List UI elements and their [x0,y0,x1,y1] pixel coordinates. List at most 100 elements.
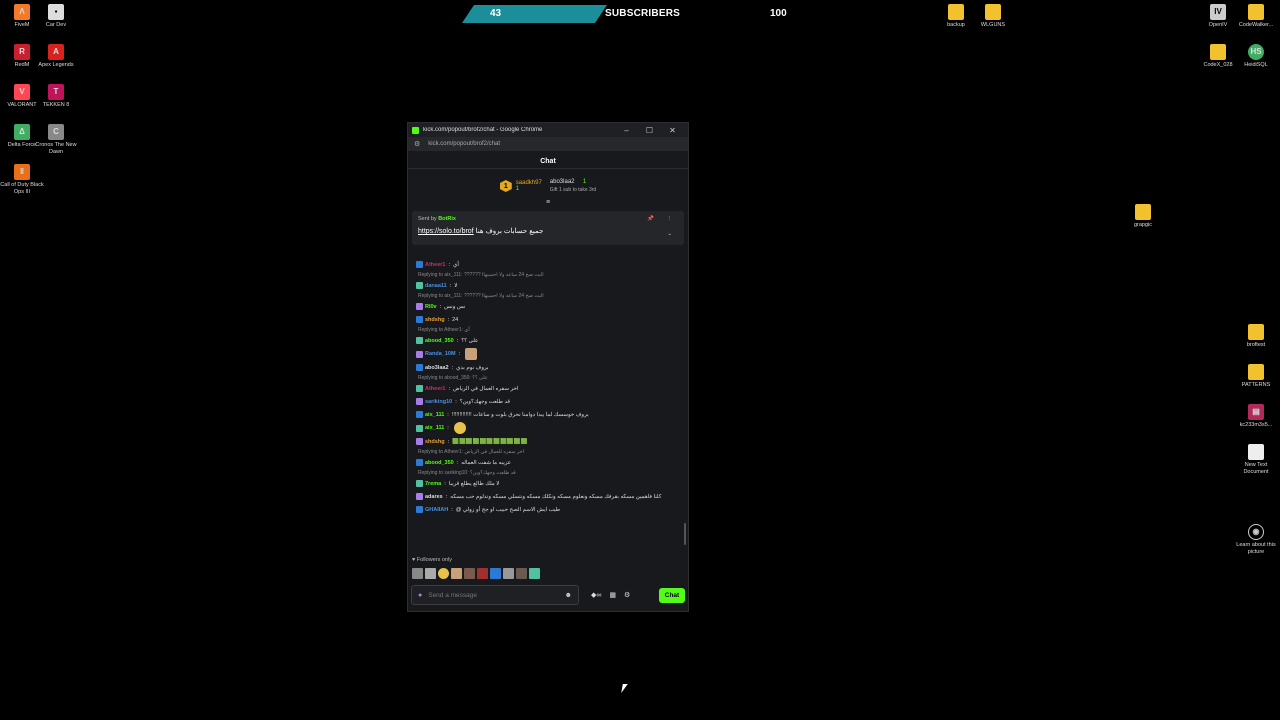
separator: : [447,438,450,445]
desktop-icon-learn-about-picture[interactable]: ◉ Learn about this picture [1234,524,1278,555]
desktop-icon-apex[interactable]: A Apex Legends [34,44,78,69]
more-options-icon[interactable]: ⋮ [667,216,673,222]
chat-username[interactable]: abood_350 [425,460,454,466]
chat-message-text: قد طلعت وجهك؟وين؟ [459,398,511,405]
separator: : [448,261,451,268]
emote-quick-bar [412,568,540,579]
top-gifter-2[interactable]: abo3laa2 1 Gift 1 sub to take 3rd [550,179,596,193]
url-text[interactable]: kick.com/popout/brof2/chat [428,141,500,147]
chat-message: shdshg: 🟩🟩🟩🟩🟩🟩🟩🟩🟩🟩🟩 [416,436,680,447]
archive-icon: ▤ [1248,404,1264,420]
chat-message-text: 24 [452,316,459,323]
chat-header: Chat [408,155,688,169]
chat-username[interactable]: danaa11 [425,283,447,289]
emote[interactable] [529,568,540,579]
reply-context[interactable]: Replying to aix_111: ?????? البت صح 24 س… [418,272,680,280]
chat-message-text: !!!!!!!!!!!!! بروف خوسسك لما يبدا دوامنا… [451,411,589,418]
desktop-icon-patterns[interactable]: PATTERNS [1234,364,1278,389]
chat-message: adares: كلنا فاهمين مسكه بقرفك مسكه ونعلو… [416,491,680,502]
close-button[interactable]: ✕ [661,126,684,135]
message-input[interactable] [428,591,565,599]
chat-username[interactable]: Rl0v [425,304,437,310]
chat-username[interactable]: aix_111 [425,412,444,418]
gear-icon[interactable]: ⚙ [624,591,630,599]
emote[interactable] [503,568,514,579]
desktop-icon-cod[interactable]: ‖ Call of Duty Black Ops III [0,164,44,195]
emoji-icon[interactable]: ☻ [565,592,572,599]
chat-input-box[interactable]: ● ☻ [411,585,579,605]
desktop-icon-archive[interactable]: ▤ kc233m3s5... [1234,404,1278,429]
chat-username[interactable]: shdshg [425,439,445,445]
folder-icon [1248,324,1264,340]
desktop-icon-car-dev[interactable]: ▪ Car Dev [34,4,78,29]
subscriber-label: SUBSCRIBERS [605,8,680,19]
separator: : [456,459,459,466]
pinned-link[interactable]: https://solo.to/brof [418,228,474,235]
emote[interactable] [451,568,462,579]
reply-context[interactable]: Replying to Atheer1: أي [418,327,680,335]
chat-username[interactable]: Atheer1 [425,262,445,268]
chat-username[interactable]: 7rema [425,481,441,487]
emote[interactable] [412,568,423,579]
chat-filter-icon[interactable]: ≡ [408,199,688,209]
desktop-icon-broftest[interactable]: broftest [1234,324,1278,349]
reply-context[interactable]: Replying to aix_111: ?????? البت صح 24 س… [418,293,680,301]
desktop-icon-heidisql[interactable]: HS HeidiSQL [1234,44,1278,69]
emote[interactable] [438,568,449,579]
reply-context[interactable]: Replying to sariking10: قد طلعت وجهك؟وين… [418,470,680,478]
text-document-icon [1248,444,1264,460]
maximize-button[interactable]: ☐ [638,126,661,135]
chat-username[interactable]: Atheer1 [425,386,445,392]
emote[interactable] [516,568,527,579]
chat-message: abood_350: على ؟؟ [416,335,680,346]
reply-context[interactable]: Replying to abood_350: على ؟؟ [418,375,680,383]
chat-username[interactable]: abood_350 [425,338,454,344]
desktop-icon-codewalker[interactable]: CodeWalker... [1234,4,1278,29]
gold-medal-icon: 1 [499,180,512,192]
emote[interactable] [425,568,436,579]
chat-username[interactable]: shdshg [425,317,445,323]
chat-username[interactable]: sariking10 [425,399,452,405]
emote[interactable] [477,568,488,579]
chat-message-text: لا [454,282,458,289]
desktop-icon-cronos[interactable]: C Cronos The New Dawn [34,124,78,155]
store-icon[interactable]: ▦ [609,591,616,599]
chat-username[interactable]: aix_111 [425,425,444,431]
user-badge-icon [416,303,423,310]
subscriber-count: 43 [490,8,502,19]
minimize-button[interactable]: – [615,126,638,135]
chat-message-text: أي [453,261,459,268]
folder-icon [948,4,964,20]
top-gifter-1[interactable]: saadkh97 1 [516,180,542,192]
chat-username[interactable]: GHAIIAH [425,507,448,513]
user-badge-icon [416,337,423,344]
chat-username[interactable]: abo3laa2 [425,365,449,371]
chevron-down-icon[interactable]: ⌄ [667,231,672,237]
chat-scrollbar[interactable] [684,523,686,545]
chat-message-text: نس ونس [444,303,466,310]
separator: : [447,316,450,323]
reply-context[interactable]: Replying to Atheer1: اخر سفره للعمال في … [418,449,680,457]
gift-count: 1 [582,179,587,185]
followers-only-notice: ♥ Followers only [412,557,452,563]
emote[interactable] [490,568,501,579]
chat-username[interactable]: adares [425,494,443,500]
desktop-icon-wlguns[interactable]: WLGUNS [971,4,1015,29]
microphone-icon[interactable]: ● [418,592,422,599]
desktop-icon-tekken[interactable]: T TEKKEN 8 [34,84,78,109]
site-settings-icon[interactable]: ⚙ [414,140,420,148]
emote[interactable] [464,568,475,579]
chat-message: Atheer1: أي [416,259,680,270]
separator: : [444,480,446,487]
apex-icon: A [48,44,64,60]
send-chat-button[interactable]: Chat [659,587,685,603]
address-bar[interactable]: ⚙ kick.com/popout/brof2/chat [408,137,688,151]
subscriber-goal-progress-bar [462,5,607,23]
window-title: kick.com/popout/brof2/chat - Google Chro… [423,127,543,133]
pin-icon[interactable]: 📌 [647,216,654,222]
pinned-message: Sent by BotRix https://solo.to/brof جميع… [412,211,684,245]
desktop-icon-grapgic[interactable]: grapgic [1121,204,1165,229]
gift-sub-icon[interactable]: ◆∞ [591,591,601,599]
chat-username[interactable]: Randa_10M [425,351,456,357]
desktop-icon-new-text-document[interactable]: New Text Document [1234,444,1278,475]
